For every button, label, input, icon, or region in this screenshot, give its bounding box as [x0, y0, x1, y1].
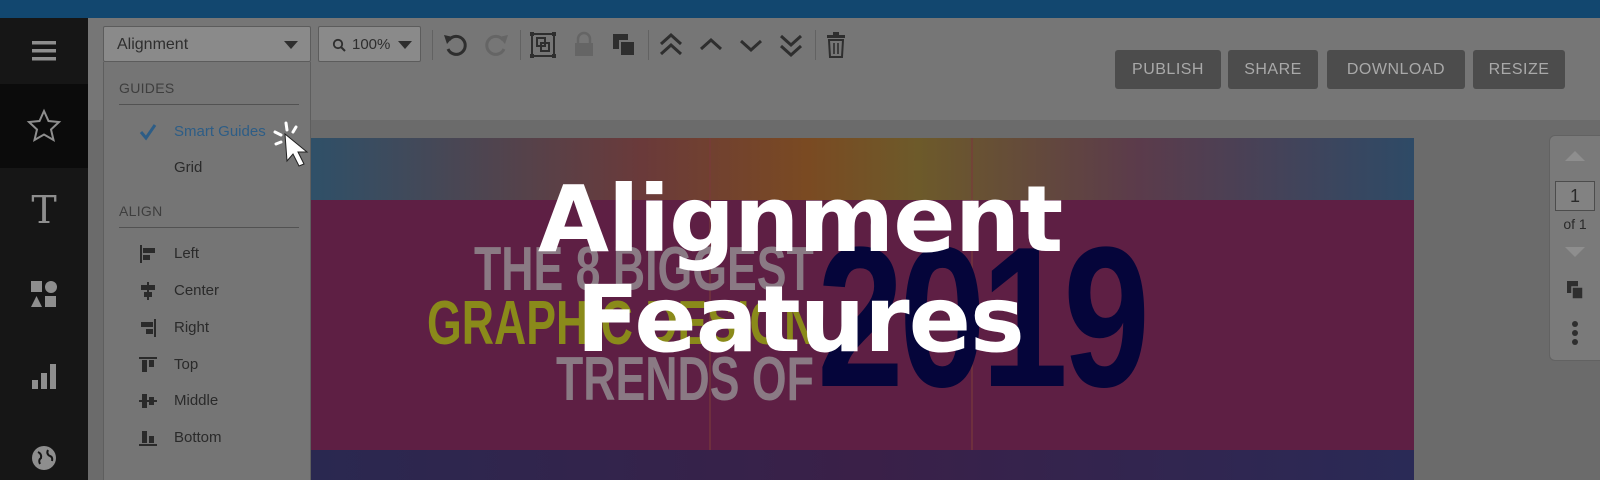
- chevron-down-icon: [284, 41, 298, 49]
- title-line-2: Features: [576, 266, 1025, 373]
- zoom-dropdown[interactable]: 100%: [318, 26, 421, 62]
- resize-button[interactable]: RESIZE: [1473, 50, 1565, 89]
- menu-item-align-middle[interactable]: Middle: [104, 385, 310, 417]
- menu-item-label: Smart Guides: [174, 123, 266, 140]
- align-middle-icon: [139, 394, 157, 408]
- magnifier-icon: [332, 38, 346, 52]
- video-title-overlay: Alignment Features: [0, 170, 1600, 370]
- bring-forward-icon[interactable]: [695, 29, 727, 61]
- lock-icon[interactable]: [568, 29, 600, 61]
- group-icon[interactable]: [527, 29, 559, 61]
- toolbar-divider: [815, 30, 816, 60]
- undo-icon[interactable]: [440, 29, 472, 61]
- toolbar-divider: [432, 30, 433, 60]
- bring-to-front-icon[interactable]: [655, 29, 687, 61]
- trash-icon[interactable]: [820, 29, 852, 61]
- menu-item-label: Middle: [174, 392, 219, 409]
- globe-icon[interactable]: [0, 416, 88, 480]
- toolbar-divider: [648, 30, 649, 60]
- menu-divider: [119, 104, 299, 105]
- toolbar-divider: [520, 30, 521, 60]
- click-cursor-icon: [273, 121, 309, 167]
- zoom-level: 100%: [352, 36, 391, 53]
- duplicate-icon[interactable]: [608, 29, 640, 61]
- canvas-bottom-band: [311, 450, 1414, 480]
- menu-item-align-bottom[interactable]: Bottom: [104, 422, 310, 454]
- redo-icon[interactable]: [480, 29, 512, 61]
- alignment-dropdown[interactable]: Alignment: [103, 26, 311, 62]
- title-line-1: Alignment: [537, 166, 1063, 273]
- align-bottom-icon: [139, 431, 157, 446]
- page-up-icon[interactable]: [1564, 150, 1586, 162]
- send-backward-icon[interactable]: [735, 29, 767, 61]
- chevron-down-icon: [398, 41, 412, 49]
- star-icon[interactable]: [0, 84, 88, 168]
- download-button[interactable]: DOWNLOAD: [1327, 50, 1465, 89]
- app-top-bar: [0, 0, 1600, 18]
- menu-item-label: Bottom: [174, 429, 222, 446]
- share-button[interactable]: SHARE: [1228, 50, 1318, 89]
- guides-heading: GUIDES: [119, 80, 175, 96]
- send-to-back-icon[interactable]: [775, 29, 807, 61]
- alignment-dropdown-label: Alignment: [117, 36, 189, 53]
- checkmark-icon: [139, 124, 157, 141]
- hamburger-menu-icon[interactable]: [0, 18, 88, 84]
- publish-button[interactable]: PUBLISH: [1115, 50, 1221, 89]
